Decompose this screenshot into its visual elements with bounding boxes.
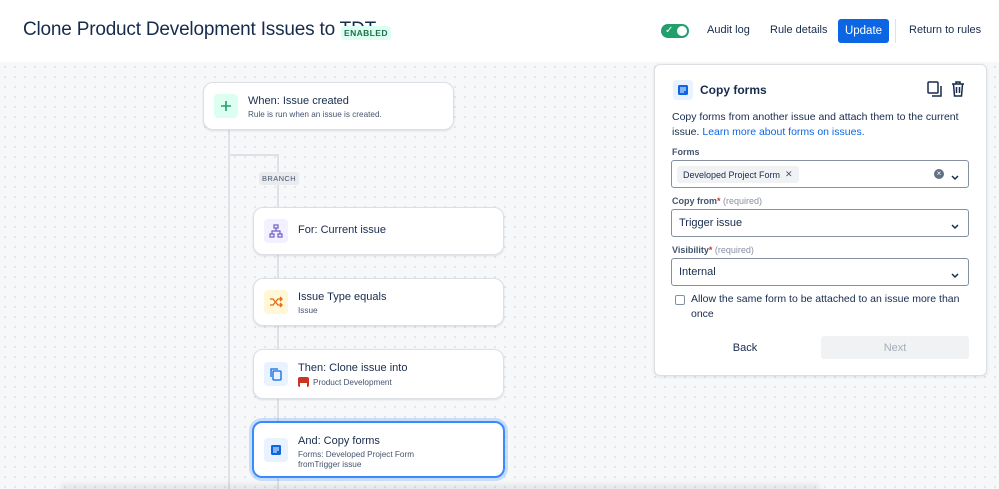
update-button[interactable]: Update bbox=[838, 19, 889, 43]
step-card-copy-forms[interactable]: And: Copy forms Forms: Developed Project… bbox=[252, 421, 505, 478]
shuffle-icon bbox=[264, 290, 288, 314]
visibility-value: Internal bbox=[679, 266, 716, 278]
panel-description: Copy forms from another issue and attach… bbox=[672, 110, 972, 140]
clear-icon[interactable]: × bbox=[934, 169, 944, 179]
header-divider bbox=[895, 19, 896, 43]
flow-connector-main bbox=[228, 129, 230, 489]
return-to-rules-button[interactable]: Return to rules bbox=[909, 24, 981, 36]
duplicate-icon[interactable] bbox=[926, 80, 944, 98]
status-badge: ENABLED bbox=[341, 26, 391, 40]
form-icon bbox=[673, 80, 693, 100]
form-chip-label: Developed Project Form bbox=[683, 169, 781, 180]
required-asterisk: * bbox=[708, 245, 713, 255]
rule-details-button[interactable]: Rule details bbox=[770, 24, 827, 36]
header: Clone Product Development Issues to TDT … bbox=[0, 0, 999, 62]
step-subtitle: Product Development bbox=[313, 378, 392, 387]
learn-more-link[interactable]: Learn more about forms on issues. bbox=[702, 126, 864, 138]
trash-icon[interactable] bbox=[949, 80, 967, 98]
trigger-card[interactable]: When: Issue created Rule is run when an … bbox=[203, 82, 454, 130]
step-card-for-current-issue[interactable]: For: Current issue bbox=[253, 207, 504, 255]
copy-from-value: Trigger issue bbox=[679, 217, 743, 229]
forms-label-text: Forms bbox=[672, 147, 700, 157]
panel-title: Copy forms bbox=[700, 83, 767, 97]
copy-from-label: Copy from* (required) bbox=[672, 196, 762, 206]
trigger-subtitle: Rule is run when an issue is created. bbox=[248, 110, 382, 119]
toggle-knob bbox=[677, 26, 687, 36]
allow-same-form-checkbox[interactable] bbox=[675, 295, 685, 305]
audit-log-button[interactable]: Audit log bbox=[707, 24, 750, 36]
copy-forms-panel: Copy forms Copy forms from another issue… bbox=[654, 64, 987, 376]
form-chip: Developed Project Form ✕ bbox=[677, 166, 799, 183]
step-title: Issue Type equals bbox=[298, 291, 387, 303]
check-icon: ✓ bbox=[665, 25, 674, 36]
visibility-label-text: Visibility bbox=[672, 245, 709, 255]
bottom-shadow bbox=[60, 484, 820, 489]
chevron-down-icon bbox=[950, 218, 960, 236]
form-icon bbox=[264, 437, 288, 462]
forms-label: Forms bbox=[672, 147, 700, 157]
step-subtitle-secondary: fromTrigger issue bbox=[298, 460, 362, 469]
copy-from-label-text: Copy from bbox=[672, 196, 717, 206]
back-button[interactable]: Back bbox=[702, 336, 788, 359]
step-title: For: Current issue bbox=[298, 224, 387, 236]
step-title: And: Copy forms bbox=[298, 435, 380, 447]
trigger-title: When: Issue created bbox=[248, 95, 349, 107]
branch-label: BRANCH bbox=[259, 172, 300, 185]
step-subtitle: Forms: Developed Project Form bbox=[298, 450, 415, 459]
chevron-down-icon bbox=[950, 267, 960, 285]
required-asterisk: * bbox=[717, 196, 721, 206]
forms-select[interactable]: Developed Project Form ✕ × bbox=[671, 160, 969, 188]
plus-icon bbox=[214, 94, 238, 118]
step-title: Then: Clone issue into bbox=[298, 362, 408, 374]
chevron-down-icon bbox=[950, 169, 960, 187]
rule-enabled-toggle[interactable]: ✓ bbox=[661, 24, 689, 38]
project-avatar-icon bbox=[298, 377, 309, 387]
step-card-clone-issue[interactable]: Then: Clone issue into Product Developme… bbox=[253, 349, 504, 399]
copy-icon bbox=[264, 362, 288, 386]
remove-chip-icon[interactable]: ✕ bbox=[785, 169, 793, 180]
required-text: (required) bbox=[714, 245, 754, 255]
page-title: Clone Product Development Issues to TDT bbox=[23, 19, 377, 40]
visibility-label: Visibility* (required) bbox=[672, 245, 754, 255]
next-button[interactable]: Next bbox=[821, 336, 969, 359]
allow-same-form-label: Allow the same form to be attached to an… bbox=[691, 293, 960, 320]
branch-connector bbox=[228, 154, 278, 156]
step-card-issue-type-equals[interactable]: Issue Type equals Issue bbox=[253, 278, 504, 326]
branch-icon bbox=[264, 219, 288, 243]
required-text: (required) bbox=[723, 196, 763, 206]
step-subtitle: Issue bbox=[298, 306, 318, 315]
copy-from-select[interactable]: Trigger issue bbox=[671, 209, 969, 237]
visibility-select[interactable]: Internal bbox=[671, 258, 969, 286]
